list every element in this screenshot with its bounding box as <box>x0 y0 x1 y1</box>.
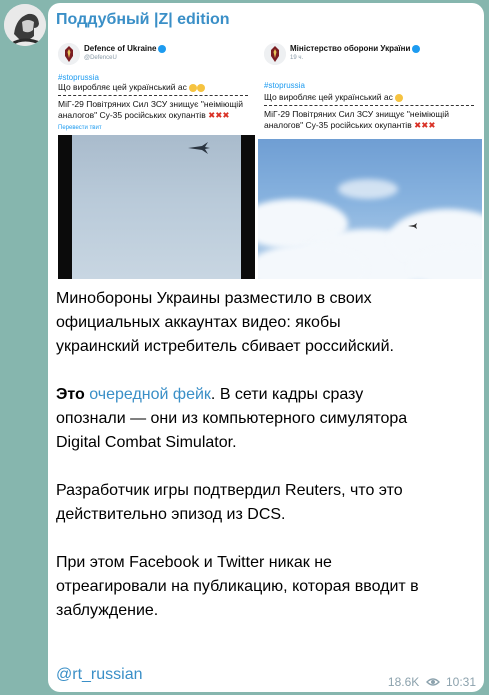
bold-text: Это <box>56 386 85 403</box>
message-meta: 18.6K 10:31 <box>388 674 476 689</box>
message-line: отреагировали на публикацию, которая вво… <box>56 578 419 595</box>
verified-icon <box>412 44 421 53</box>
right-post-header: Міністерство оборони України 19 ч. <box>264 43 478 83</box>
mention-link[interactable]: @rt_russian <box>56 663 143 687</box>
message-line: При этом Facebook и Twitter никак не <box>56 554 332 571</box>
left-line1: Що виробляє цей український ас <box>58 82 206 93</box>
eye-icon <box>425 678 440 686</box>
message-line: Минобороны Украины разместило в своих <box>56 290 372 307</box>
right-hashtag: #stopruss​ia <box>264 81 305 90</box>
left-account-handle: @DefenceU <box>84 55 117 61</box>
jet-icon <box>408 223 417 229</box>
left-translate-link[interactable]: Перевести твит <box>58 125 102 131</box>
emoji-icon <box>189 83 198 92</box>
emblem-icon <box>264 43 286 65</box>
media-left-screenshot[interactable]: Defence of Ukraine @DefenceU #stopruss​i… <box>52 39 255 279</box>
view-count: 18.6K <box>387 674 420 689</box>
message-line: официальных аккаунтах видео: якобы <box>56 314 341 331</box>
right-line1: Що виробляє цей український ас <box>264 92 404 103</box>
right-divider <box>264 105 474 106</box>
left-headline: МіГ-29 Повітряних Сил ЗСУ знищує "неімію… <box>58 99 243 120</box>
right-video[interactable] <box>258 139 482 279</box>
jet-icon <box>188 142 210 154</box>
emblem-icon <box>58 43 80 65</box>
right-account-name: Міністерство оборони України <box>290 44 421 53</box>
message-text: . В сети кадры сразу <box>210 386 364 403</box>
verified-icon <box>158 44 167 53</box>
emoji-icon <box>395 93 404 102</box>
media-right-screenshot[interactable]: Міністерство оборони України 19 ч. #stop… <box>258 39 482 279</box>
left-video[interactable] <box>58 135 255 279</box>
channel-avatar[interactable] <box>4 4 46 46</box>
message-line: опознали — они из компьютерного симулято… <box>56 410 408 427</box>
message-line: Это очередной фейк. В сети кадры сразу <box>56 383 363 407</box>
emoji-icon <box>197 83 206 92</box>
avatar-sketch-icon <box>4 4 46 46</box>
message-line: Разработчик игры подтвердил Reuters, что… <box>56 482 403 499</box>
message-line: Digital Combat Simulator. <box>56 434 237 451</box>
message-time: 10:31 <box>445 674 476 689</box>
media-album[interactable]: Defence of Ukraine @DefenceU #stopruss​i… <box>52 39 482 279</box>
message-bubble: Поддубный |Z| edition Defence of Ukraine… <box>48 3 484 692</box>
message-line: заблуждение. <box>56 602 159 619</box>
message-line: действительно эпизод из DCS. <box>56 506 286 523</box>
right-headline: МіГ-29 Повітряних Сил ЗСУ знищує "неімію… <box>264 109 449 130</box>
message-line: украинский истребитель сбивает российски… <box>56 338 394 355</box>
left-divider <box>58 95 248 96</box>
fake-link[interactable]: очередной фейк <box>89 386 211 403</box>
left-hashtag: #stopruss​ia <box>58 73 99 82</box>
right-post-time: 19 ч. <box>290 55 304 61</box>
left-account-name: Defence of Ukraine <box>84 44 167 53</box>
channel-name[interactable]: Поддубный |Z| edition <box>56 11 230 29</box>
